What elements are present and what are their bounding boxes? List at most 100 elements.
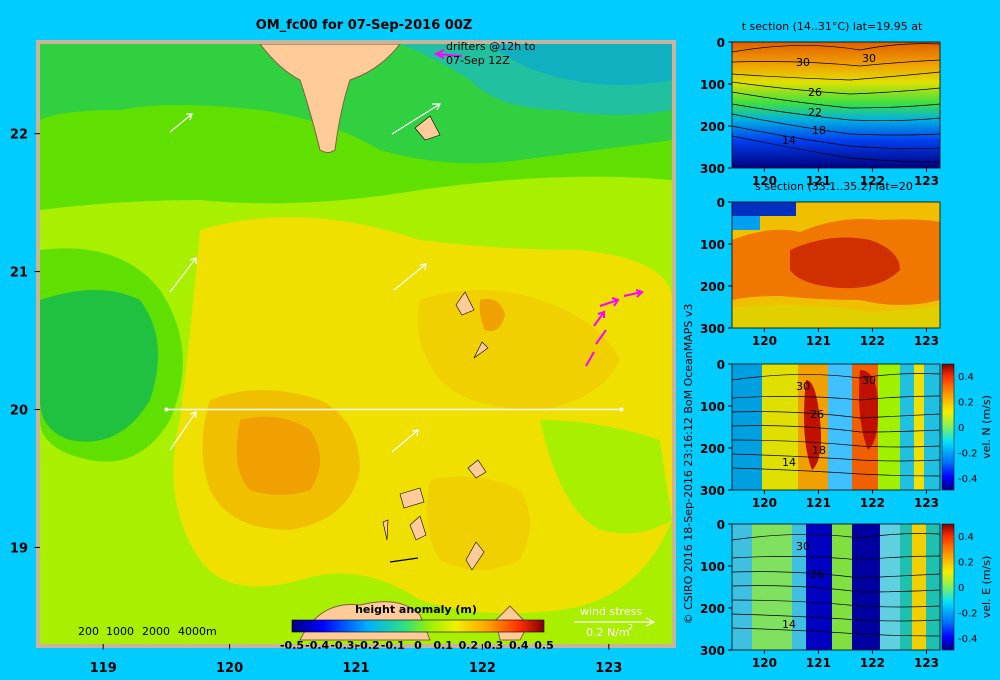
wind-scale-label: 0.2 N/m xyxy=(586,626,630,639)
panel-y-tick-200: 200 xyxy=(700,120,725,134)
s-section-panel: 120 121 122 123 0 100 200 300 xyxy=(700,196,941,348)
panel-x-tick-122: 122 xyxy=(860,334,885,348)
panel-y-tick-100: 100 xyxy=(700,400,725,414)
vn-contour-30b: 30 xyxy=(862,374,876,387)
colorbar-tick: -0.1 xyxy=(381,639,405,652)
ve-contour-14: 14 xyxy=(782,618,796,631)
vel-n-field xyxy=(732,364,940,490)
figure: OM_fc00 for 07-Sep-2016 00Z 119 120 121 … xyxy=(10,18,993,676)
panel-y-tick-100: 100 xyxy=(700,560,725,574)
panel-y-tick-0: 0 xyxy=(717,36,725,50)
vn-contour-14: 14 xyxy=(782,456,796,469)
t-contour-30a: 30 xyxy=(796,56,810,69)
panel-colorbar-tick: -0.4 xyxy=(958,474,978,485)
ve-contour-30: 30 xyxy=(796,540,810,553)
panel-x-tick-122: 122 xyxy=(860,496,885,510)
map-x-tick-119: 119 xyxy=(90,661,117,676)
vn-contour-30a: 30 xyxy=(796,380,810,393)
panel-x-tick-120: 120 xyxy=(752,334,777,348)
panel-y-tick-300: 300 xyxy=(700,162,725,176)
panel-colorbar-tick: 0 xyxy=(958,583,964,594)
t-contour-18: 18 xyxy=(812,124,826,137)
panel-x-tick-121: 121 xyxy=(806,656,831,670)
panel-x-tick-120: 120 xyxy=(752,496,777,510)
panel-y-tick-0: 0 xyxy=(717,358,725,372)
colorbar-tick: 0.2 xyxy=(459,639,479,652)
t-section-panel: 30 30 26 22 18 14 120 121 122 1230100200300 xyxy=(700,36,941,188)
t-contour-30b: 30 xyxy=(862,52,876,65)
panel-y-tick-0: 0 xyxy=(717,518,725,532)
colorbar-tick: -0.2 xyxy=(356,639,380,652)
vn-contour-26: 26 xyxy=(810,408,824,421)
height-anomaly-field xyxy=(40,44,672,644)
panel-colorbar-tick: 0 xyxy=(958,423,964,434)
vel-n-label: vel. N (m/s) xyxy=(980,395,993,459)
colorbar-tick: 0.4 xyxy=(509,639,529,652)
map-y-tick-19: 19 xyxy=(10,541,28,556)
credit-text: © CSIRO 2016 18-Sep-2016 23:16:12 BoM Oc… xyxy=(682,304,695,625)
colorbar-tick: -0.4 xyxy=(305,639,329,652)
colorbar-tick: -0.5 xyxy=(280,639,304,652)
panel-y-tick-100: 100 xyxy=(700,238,725,252)
ve-contour-26: 26 xyxy=(810,568,824,581)
panel-y-tick-0: 0 xyxy=(717,196,725,210)
colorbar-title: height anomaly (m) xyxy=(355,603,477,616)
drifter-label-2: 07-Sep 12Z xyxy=(446,54,510,67)
panel-x-tick-121: 121 xyxy=(806,334,831,348)
vel-n-colorbar xyxy=(941,363,955,491)
vel-e-panel: 30 26 14 vel. E (m/s) 120 121 122 123 0 100 20… xyxy=(700,518,993,670)
t-section-field xyxy=(732,42,940,168)
t-contour-14: 14 xyxy=(782,134,796,147)
vel-n-panel: 30 30 26 18 14 vel. N (m/s) 120 121 122 123… xyxy=(700,358,993,510)
colorbar-tick: 0 xyxy=(414,639,422,652)
depth-4000m: 4000m xyxy=(178,625,217,638)
t-contour-26: 26 xyxy=(808,86,822,99)
panel-colorbar-tick: 0.2 xyxy=(958,558,974,569)
drifter-label-1: drifters @12h to xyxy=(446,40,536,53)
map-x-tick-121: 121 xyxy=(342,661,369,676)
panel-x-tick-120: 120 xyxy=(752,656,777,670)
map-x-tick-122: 122 xyxy=(469,661,496,676)
s-section-field xyxy=(732,202,940,328)
colorbar-tick: 0.3 xyxy=(484,639,504,652)
panel-x-tick-123: 123 xyxy=(914,496,939,510)
vn-contour-18: 18 xyxy=(812,444,826,457)
panel-colorbar-tick: 0.2 xyxy=(958,398,974,409)
depth-1000: 1000 xyxy=(106,625,134,638)
depth-2000: 2000 xyxy=(142,625,170,638)
map-y-tick-21: 21 xyxy=(10,266,28,281)
map-y-tick-22: 22 xyxy=(10,128,28,143)
map-x-tick-120: 120 xyxy=(216,661,243,676)
vel-e-field xyxy=(732,524,940,650)
map-y-tick-20: 20 xyxy=(10,404,28,419)
map-x-tick-123: 123 xyxy=(595,661,622,676)
panel-x-tick-123: 123 xyxy=(914,656,939,670)
t-contour-22: 22 xyxy=(808,106,822,119)
panel-y-tick-200: 200 xyxy=(700,280,725,294)
panel-x-tick-121: 121 xyxy=(806,496,831,510)
t-section-title: t section (14..31°C) lat=19.95 at xyxy=(742,20,923,33)
panel-colorbar-tick: 0.4 xyxy=(958,532,974,543)
panel-y-tick-300: 300 xyxy=(700,322,725,336)
panel-colorbar-tick: -0.2 xyxy=(958,449,978,460)
panel-x-tick-123: 123 xyxy=(914,174,939,188)
depth-200: 200 xyxy=(78,625,99,638)
colorbar-tick: -0.3 xyxy=(330,639,354,652)
panel-y-tick-200: 200 xyxy=(700,442,725,456)
colorbar-tick: 0.1 xyxy=(433,639,453,652)
wind-scale-exp: 2 xyxy=(628,623,633,632)
vel-e-label: vel. E (m/s) xyxy=(980,556,993,619)
colorbar-bar xyxy=(291,619,545,633)
map-panel: 119 120 121 122 12319202122 drifters @12h to… xyxy=(10,40,676,676)
panel-y-tick-300: 300 xyxy=(700,644,725,658)
depth-legend: 200 1000 2000 4000m xyxy=(78,625,217,638)
panel-colorbar-tick: -0.4 xyxy=(958,634,978,645)
panel-y-tick-100: 100 xyxy=(700,78,725,92)
panel-colorbar-tick: -0.2 xyxy=(958,609,978,620)
map-title: OM_fc00 for 07-Sep-2016 00Z xyxy=(256,18,473,33)
panel-colorbar-tick: 0.4 xyxy=(958,372,974,383)
panel-y-tick-300: 300 xyxy=(700,484,725,498)
panel-y-tick-200: 200 xyxy=(700,602,725,616)
panel-x-tick-122: 122 xyxy=(860,656,885,670)
panel-x-tick-123: 123 xyxy=(914,334,939,348)
